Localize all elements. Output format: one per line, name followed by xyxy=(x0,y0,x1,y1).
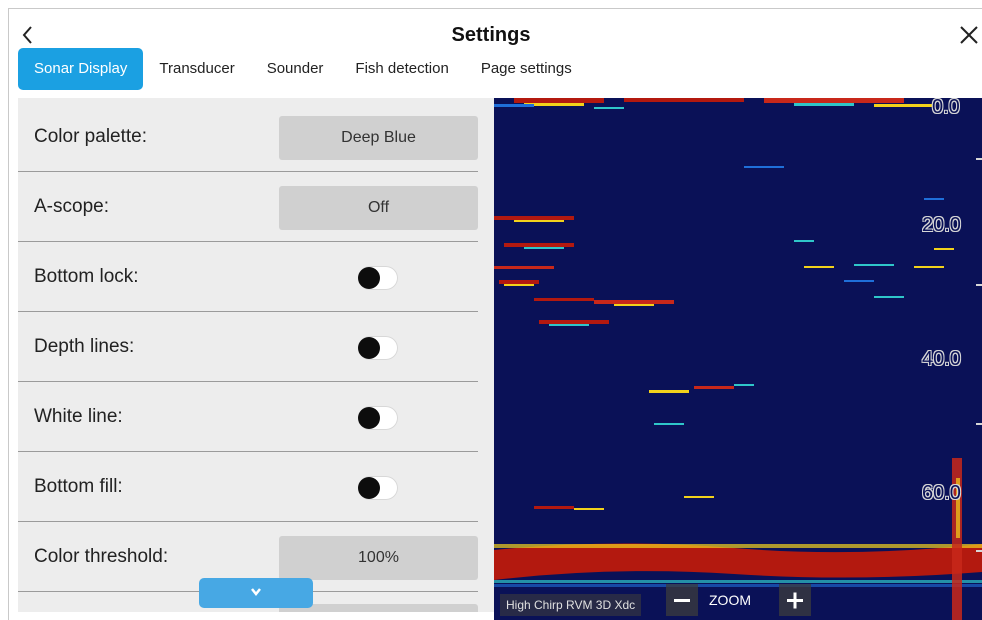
depth-label-40: 40.0 xyxy=(922,348,961,370)
depth-label-20: 20.0 xyxy=(922,214,961,236)
sonar-echo-image xyxy=(494,98,982,620)
depth-label-0: 0.0 xyxy=(932,98,960,118)
toggle-knob xyxy=(358,477,380,499)
sonar-preview: 0.0 20.0 40.0 60.0 High Chirp RVM 3D Xdc… xyxy=(494,98,982,620)
depth-lines-toggle[interactable] xyxy=(358,336,398,360)
transducer-source-label: High Chirp RVM 3D Xdc xyxy=(500,594,642,616)
plus-icon xyxy=(787,592,803,609)
bottom-fill-label: Bottom fill: xyxy=(34,476,123,497)
chevron-down-icon xyxy=(251,588,261,597)
a-scope-label: A-scope: xyxy=(34,196,109,217)
white-line-toggle[interactable] xyxy=(358,406,398,430)
setting-row-depth-lines: Depth lines: xyxy=(18,312,478,382)
zoom-out-button[interactable] xyxy=(666,584,698,616)
color-threshold-label: Color threshold: xyxy=(34,546,169,567)
tab-page-settings[interactable]: Page settings xyxy=(465,48,588,90)
settings-tabs: Sonar Display Transducer Sounder Fish de… xyxy=(18,48,588,90)
setting-row-bottom-lock: Bottom lock: xyxy=(18,242,478,312)
page-title: Settings xyxy=(451,24,531,46)
white-line-label: White line: xyxy=(34,406,123,427)
color-threshold-button[interactable]: 100% xyxy=(279,536,478,580)
close-button[interactable] xyxy=(958,24,980,46)
tab-sonar-display[interactable]: Sonar Display xyxy=(18,48,144,90)
tab-fish-detection[interactable]: Fish detection xyxy=(339,48,464,90)
toggle-knob xyxy=(358,337,380,359)
minus-icon xyxy=(674,599,690,602)
a-scope-button[interactable]: Off xyxy=(279,186,478,230)
color-palette-label: Color palette: xyxy=(34,126,148,147)
bottom-lock-toggle[interactable] xyxy=(358,266,398,290)
tab-sounder[interactable]: Sounder xyxy=(251,48,340,90)
bottom-fill-toggle[interactable] xyxy=(358,476,398,500)
title-bar: Settings xyxy=(0,8,982,48)
close-icon xyxy=(960,26,978,44)
setting-row-bottom-fill: Bottom fill: xyxy=(18,452,478,522)
scroll-down-button[interactable] xyxy=(199,578,313,608)
zoom-in-button[interactable] xyxy=(779,584,811,616)
toggle-knob xyxy=(358,407,380,429)
toggle-knob xyxy=(358,267,380,289)
setting-row-a-scope: A-scope: Off xyxy=(18,172,478,242)
tab-transducer[interactable]: Transducer xyxy=(143,48,250,90)
depth-lines-label: Depth lines: xyxy=(34,336,135,357)
setting-row-color-palette: Color palette: Deep Blue xyxy=(18,102,478,172)
depth-label-60: 60.0 xyxy=(922,482,961,504)
settings-panel: Color palette: Deep Blue A-scope: Off Bo… xyxy=(18,98,494,612)
bottom-lock-label: Bottom lock: xyxy=(34,266,139,287)
setting-row-white-line: White line: xyxy=(18,382,478,452)
zoom-label: ZOOM xyxy=(709,592,751,608)
color-palette-button[interactable]: Deep Blue xyxy=(279,116,478,160)
